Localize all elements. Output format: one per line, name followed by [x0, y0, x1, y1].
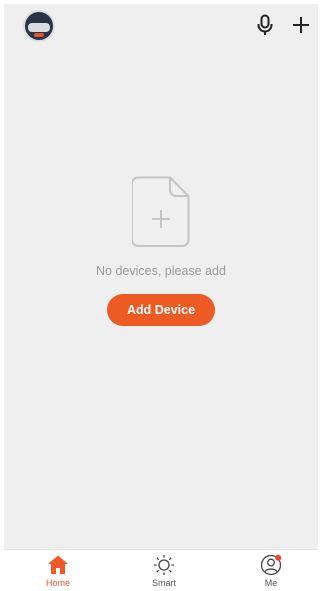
home-icon [48, 555, 68, 574]
avatar[interactable] [23, 10, 55, 42]
tab-smart-label: Smart [151, 578, 176, 587]
tab-smart[interactable]: Smart [134, 554, 194, 587]
plus-icon[interactable] [289, 13, 313, 37]
tab-home-label: Home [45, 578, 70, 587]
avatar-band [28, 23, 50, 32]
add-file-icon [132, 176, 190, 247]
tab-me[interactable]: Me [241, 554, 301, 587]
avatar-spot [34, 33, 44, 37]
empty-state: No devices, please add Add Device [4, 176, 318, 326]
microphone-icon[interactable] [253, 13, 277, 37]
sun-icon [154, 555, 174, 575]
top-bar [4, 4, 318, 48]
tab-home[interactable]: Home [28, 554, 88, 587]
home-screen: No devices, please add Add Device Home S… [4, 4, 318, 587]
tab-bar: Home Smart Me [4, 549, 318, 587]
tab-me-label: Me [264, 578, 278, 587]
notification-badge [275, 554, 282, 561]
add-device-button[interactable]: Add Device [107, 294, 215, 326]
user-icon [260, 554, 282, 576]
empty-message: No devices, please add [96, 264, 226, 278]
